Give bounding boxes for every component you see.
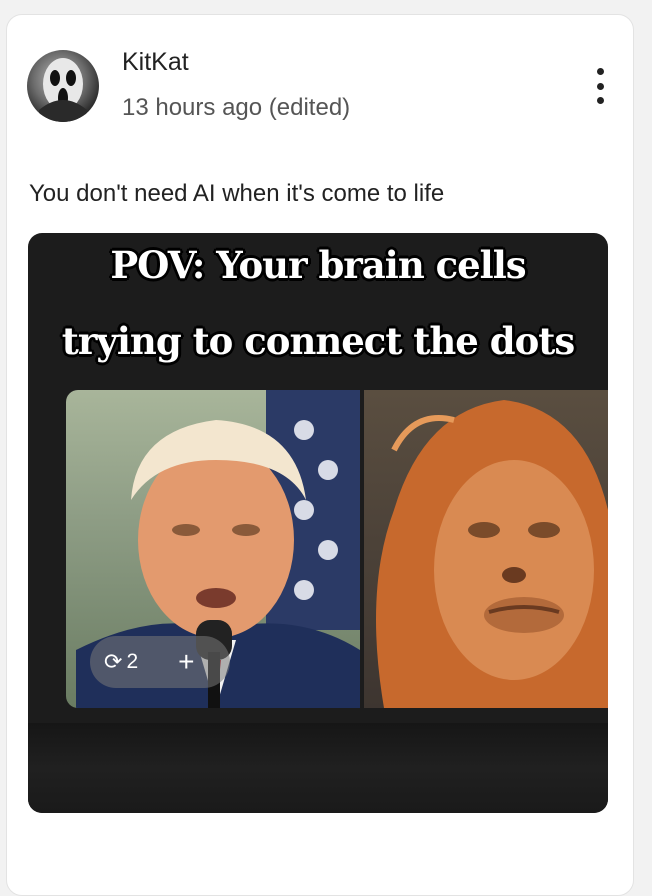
post-media[interactable]: POV: Your brain cells trying to connect …: [28, 233, 608, 813]
avatar[interactable]: [27, 50, 99, 122]
meme-caption-line1: POV: Your brain cells: [110, 243, 526, 287]
dot: [596, 68, 604, 75]
photo-orangutan: [364, 390, 608, 708]
dot: [596, 82, 604, 90]
media-footer-band: [28, 723, 608, 813]
more-options-icon[interactable]: [586, 66, 614, 106]
repost-icon: ⟳: [104, 649, 123, 674]
username[interactable]: KitKat: [122, 48, 189, 77]
meme-caption-line2: trying to connect the dots: [61, 319, 575, 363]
post-text: You don't need AI when it's come to life: [29, 180, 445, 207]
dot: [596, 97, 604, 104]
post-timestamp: 13 hours ago (edited): [122, 94, 351, 121]
repost-count: 2: [126, 650, 139, 673]
scream-mask-icon: [39, 58, 87, 122]
plus-icon[interactable]: +: [178, 646, 194, 678]
repost-chip[interactable]: ⟳ 2 +: [90, 636, 230, 688]
